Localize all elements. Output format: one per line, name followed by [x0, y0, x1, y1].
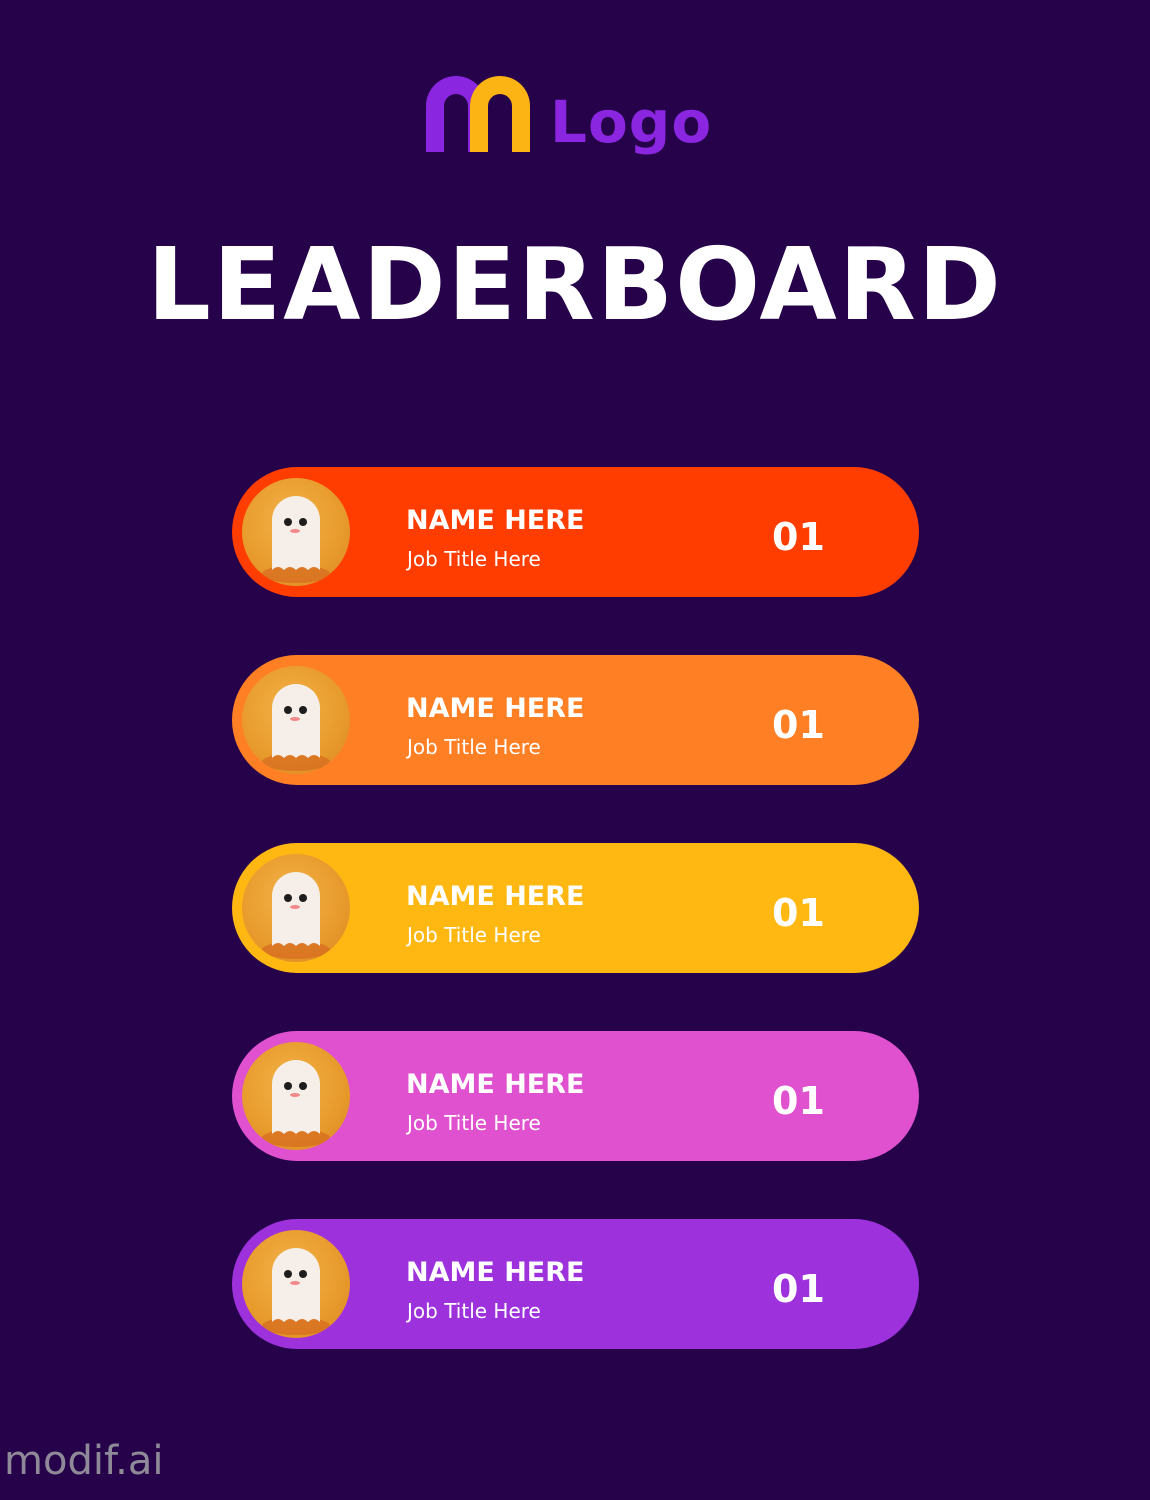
entry-score: 01	[772, 703, 825, 747]
avatar	[242, 1230, 350, 1338]
watermark: modif.ai	[4, 1438, 164, 1484]
leaderboard-list: NAME HERE Job Title Here 01 NAME HERE Jo…	[232, 467, 919, 1407]
leaderboard-entry[interactable]: NAME HERE Job Title Here 01	[232, 655, 919, 785]
avatar	[242, 478, 350, 586]
entry-job-title: Job Title Here	[407, 547, 541, 571]
ghost-icon	[262, 1248, 330, 1335]
ghost-icon	[262, 684, 330, 771]
entry-score: 01	[772, 1079, 825, 1123]
entry-name: NAME HERE	[406, 505, 585, 536]
entry-score: 01	[772, 891, 825, 935]
leaderboard-entry[interactable]: NAME HERE Job Title Here 01	[232, 1219, 919, 1349]
leaderboard-entry[interactable]: NAME HERE Job Title Here 01	[232, 843, 919, 973]
leaderboard-entry[interactable]: NAME HERE Job Title Here 01	[232, 1031, 919, 1161]
avatar	[242, 666, 350, 774]
ghost-icon	[262, 1060, 330, 1147]
entry-job-title: Job Title Here	[407, 1111, 541, 1135]
entry-name: NAME HERE	[406, 1069, 585, 1100]
entry-job-title: Job Title Here	[407, 735, 541, 759]
entry-job-title: Job Title Here	[407, 923, 541, 947]
logo-arch-icon	[426, 76, 530, 152]
leaderboard-entry[interactable]: NAME HERE Job Title Here 01	[232, 467, 919, 597]
entry-name: NAME HERE	[406, 1257, 585, 1288]
avatar	[242, 1042, 350, 1150]
page-title: LEADERBOARD	[147, 226, 1003, 343]
entry-name: NAME HERE	[406, 693, 585, 724]
logo-text: Logo	[550, 88, 713, 156]
entry-score: 01	[772, 515, 825, 559]
entry-job-title: Job Title Here	[407, 1299, 541, 1323]
entry-score: 01	[772, 1267, 825, 1311]
logo: Logo	[426, 76, 712, 166]
avatar	[242, 854, 350, 962]
entry-name: NAME HERE	[406, 881, 585, 912]
ghost-icon	[262, 496, 330, 583]
ghost-icon	[262, 872, 330, 959]
